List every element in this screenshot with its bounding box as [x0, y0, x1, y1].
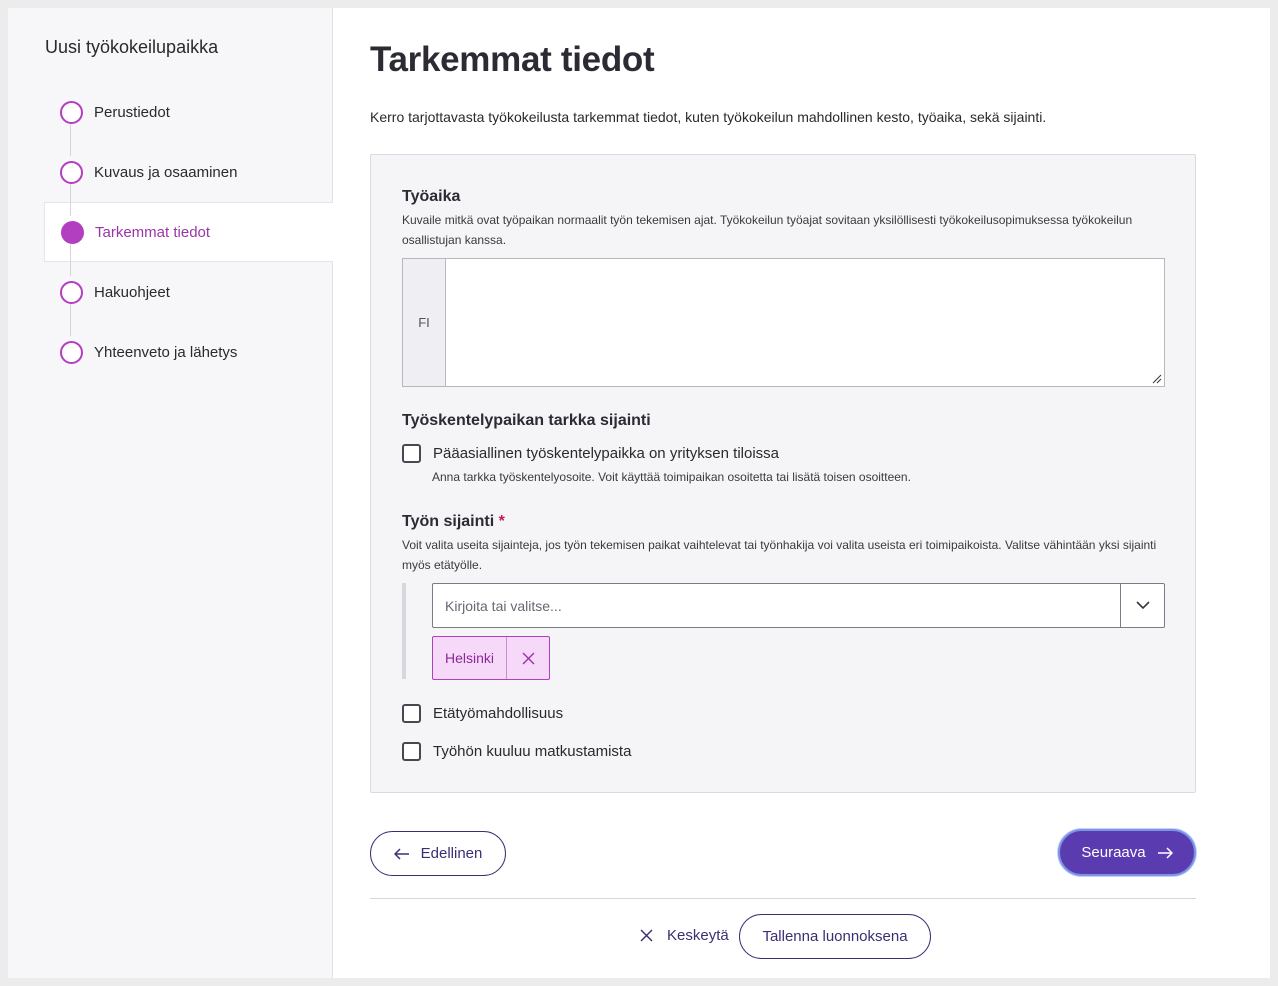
previous-button[interactable]: Edellinen	[370, 831, 506, 876]
remote-label: Etätyömahdollisuus	[433, 705, 564, 722]
company-premises-label: Pääasiallinen työskentelypaikka on yrity…	[433, 445, 780, 462]
step-label: Kuvaus ja osaaminen	[94, 163, 238, 181]
sidebar-title: Uusi työkokeilupaikka	[45, 37, 219, 57]
step-hakuohjeet[interactable]: Hakuohjeet	[44, 262, 333, 322]
step-yhteenveto-ja-lahetys[interactable]: Yhteenveto ja lähetys	[44, 322, 333, 382]
step-connector	[70, 182, 71, 216]
step-tarkemmat-tiedot[interactable]: Tarkemmat tiedot	[44, 202, 333, 262]
chevron-down-icon	[1135, 601, 1150, 610]
next-button[interactable]: Seuraava	[1058, 829, 1196, 876]
chip-label: Helsinki	[445, 650, 495, 666]
location-group-bar	[402, 583, 406, 679]
close-icon	[522, 652, 535, 664]
arrow-left-icon	[393, 847, 409, 860]
work-location-heading: Työn sijainti *	[402, 513, 505, 531]
exact-location-heading: Työskentelypaikan tarkka sijainti	[402, 412, 651, 429]
cancel-button[interactable]: Keskeytä	[640, 927, 729, 944]
step-status-icon	[60, 100, 83, 124]
step-active-icon	[61, 220, 84, 244]
app-frame: Uusi työkokeilupaikka Perustiedot Kuvaus…	[8, 8, 1270, 978]
step-status-icon	[60, 280, 83, 304]
language-label: FI	[403, 259, 446, 386]
next-label: Seuraava	[1081, 844, 1146, 861]
step-connector	[70, 122, 71, 156]
step-connector	[70, 302, 71, 336]
details-panel: Työaika Kuvaile mitkä ovat työpaikan nor…	[370, 154, 1196, 793]
page-title: Tarkemmat tiedot	[370, 40, 655, 79]
remove-chip-button[interactable]	[506, 637, 549, 679]
location-combobox[interactable]: Kirjoita tai valitse...	[432, 583, 1165, 628]
arrow-right-icon	[1157, 846, 1173, 859]
location-chip-helsinki: Helsinki	[432, 636, 551, 680]
step-label: Yhteenveto ja lähetys	[94, 343, 238, 361]
travel-label: Työhön kuuluu matkustamista	[433, 743, 632, 760]
main-content: Tarkemmat tiedot Kerro tarjottavasta työ…	[370, 8, 1196, 978]
location-dropdown-toggle[interactable]	[1120, 584, 1164, 627]
location-search-input[interactable]: Kirjoita tai valitse...	[433, 584, 1120, 627]
step-status-icon	[60, 160, 83, 184]
worktime-heading: Työaika	[402, 188, 461, 205]
cancel-label: Keskeytä	[667, 927, 729, 944]
travel-checkbox[interactable]	[402, 742, 421, 761]
step-status-icon	[60, 340, 83, 364]
step-label: Perustiedot	[94, 103, 170, 121]
company-premises-checkbox[interactable]	[402, 444, 421, 463]
work-location-help: Voit valita useita sijainteja, jos työn …	[402, 538, 1157, 572]
step-label: Tarkemmat tiedot	[95, 223, 211, 241]
step-connector	[70, 242, 71, 276]
step-kuvaus-ja-osaaminen[interactable]: Kuvaus ja osaaminen	[44, 142, 333, 202]
previous-label: Edellinen	[420, 845, 483, 862]
travel-checkbox-row[interactable]: Työhön kuuluu matkustamista	[402, 742, 631, 761]
resize-handle-icon[interactable]	[1152, 374, 1162, 384]
remote-checkbox-row[interactable]: Etätyömahdollisuus	[402, 704, 563, 723]
company-premises-help: Anna tarkka työskentelyosoite. Voit käyt…	[432, 470, 911, 484]
save-draft-label: Tallenna luonnoksena	[762, 928, 908, 945]
company-premises-checkbox-row[interactable]: Pääasiallinen työskentelypaikka on yrity…	[402, 444, 779, 463]
required-mark: *	[498, 513, 505, 530]
step-sidebar: Uusi työkokeilupaikka Perustiedot Kuvaus…	[8, 8, 333, 978]
worktime-textarea[interactable]: FI	[402, 258, 1165, 387]
page-intro: Kerro tarjottavasta työkokeilusta tarkem…	[370, 109, 1047, 125]
close-icon	[640, 929, 653, 942]
step-perustiedot[interactable]: Perustiedot	[44, 82, 333, 142]
footer-divider	[370, 898, 1196, 899]
save-draft-button[interactable]: Tallenna luonnoksena	[739, 914, 931, 959]
step-list: Perustiedot Kuvaus ja osaaminen Tarkemma…	[44, 82, 333, 382]
worktime-help: Kuvaile mitkä ovat työpaikan normaalit t…	[402, 213, 1133, 247]
step-label: Hakuohjeet	[94, 283, 170, 301]
remote-checkbox[interactable]	[402, 704, 421, 723]
work-location-heading-text: Työn sijainti	[402, 513, 495, 530]
